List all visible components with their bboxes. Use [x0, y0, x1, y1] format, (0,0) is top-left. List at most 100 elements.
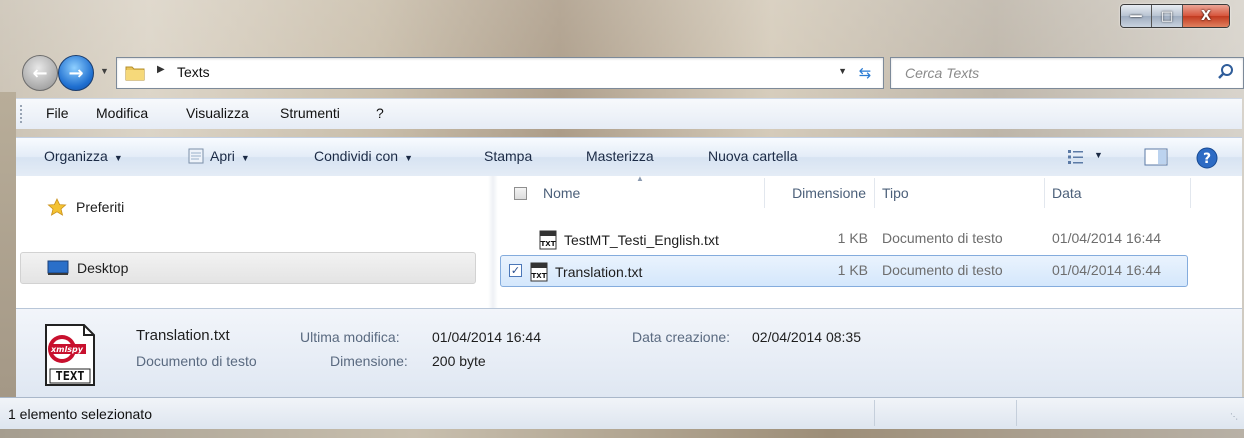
file-name[interactable]: TXT Translation.txt: [529, 262, 642, 282]
menu-bar: File Modifica Visualizza Strumenti ?: [16, 98, 1242, 129]
text-file-icon: TXT: [539, 230, 557, 250]
menu-modifica[interactable]: Modifica: [96, 105, 148, 121]
file-list: Nome ▲ Dimensione Tipo Data TXT TestMT_Te…: [500, 174, 1242, 308]
forward-arrow-icon: →: [68, 62, 84, 84]
search-input[interactable]: Cerca Texts: [905, 65, 979, 81]
organize-label: Organizza: [44, 148, 108, 164]
file-size: 1 KB: [837, 262, 868, 278]
address-bar[interactable]: ▶ Texts ▼ ⇆: [116, 57, 884, 89]
nav-item-label: Preferiti: [76, 199, 125, 215]
organize-button[interactable]: Organizza ▼: [44, 148, 123, 164]
detail-modified-label: Ultima modifica:: [300, 329, 400, 345]
command-bar: Organizza ▼ Apri ▼ Condividi con ▼ Stampa M…: [16, 137, 1242, 177]
back-button[interactable]: ←: [22, 55, 58, 91]
minimize-button[interactable]: —: [1121, 5, 1152, 27]
menu-help[interactable]: ?: [376, 105, 384, 121]
notepad-icon: [188, 148, 204, 164]
table-row-selected[interactable]: ✓ TXT Translation.txt 1 KB Documento di t…: [500, 255, 1188, 287]
column-header-date[interactable]: Data: [1048, 176, 1188, 210]
close-icon: X: [1200, 8, 1212, 24]
status-separator: [1016, 400, 1017, 426]
column-separator[interactable]: [1044, 178, 1045, 208]
minimize-icon: —: [1129, 8, 1143, 24]
file-type: Documento di testo: [882, 262, 1003, 278]
desktop-icon: [47, 259, 69, 277]
view-dropdown-icon[interactable]: ▼: [1094, 150, 1103, 160]
menu-visualizza[interactable]: Visualizza: [186, 105, 249, 121]
open-button[interactable]: Apri ▼: [186, 148, 250, 164]
share-button[interactable]: Condividi con ▼: [314, 148, 413, 164]
recent-pages-dropdown[interactable]: ▼: [100, 66, 109, 76]
select-all-checkbox[interactable]: [514, 186, 527, 200]
back-arrow-icon: ←: [32, 62, 48, 84]
open-label: Apri: [210, 148, 235, 164]
breadcrumb-chevron-icon[interactable]: ▶: [157, 64, 165, 75]
text-file-icon: TXT: [530, 262, 548, 282]
detail-size-label: Dimensione:: [330, 353, 408, 369]
folder-icon: [125, 66, 145, 81]
nav-item-favorites[interactable]: Preferiti: [20, 192, 474, 222]
icon-brand-text: xmlspy: [50, 345, 84, 354]
column-separator[interactable]: [1190, 178, 1191, 208]
address-dropdown-icon[interactable]: ▼: [838, 66, 847, 76]
detail-filetype: Documento di testo: [136, 353, 257, 369]
detail-size-value: 200 byte: [432, 353, 486, 369]
star-icon: [46, 198, 68, 216]
file-name[interactable]: TXT TestMT_Testi_English.txt: [538, 230, 719, 250]
column-size-label: Dimensione: [792, 185, 866, 201]
preview-pane-icon[interactable]: [1144, 147, 1168, 167]
search-box[interactable]: Cerca Texts: [890, 57, 1244, 89]
column-type-label: Tipo: [882, 185, 909, 201]
view-options-icon[interactable]: [1066, 147, 1086, 167]
content-area: Preferiti Desktop Nome ▲ Dimensione Tipo…: [16, 174, 1242, 308]
status-separator: [874, 400, 875, 426]
help-icon[interactable]: ?: [1196, 147, 1218, 169]
menu-file[interactable]: File: [46, 105, 69, 121]
xmlspy-file-icon: xmlspy TEXT: [45, 324, 95, 386]
navigation-pane: Preferiti Desktop: [16, 176, 486, 308]
sort-ascending-icon: ▲: [636, 174, 644, 183]
column-date-label: Data: [1052, 185, 1082, 201]
row-checkbox[interactable]: ✓: [509, 264, 522, 277]
caption-buttons: — □ X: [1120, 4, 1230, 28]
column-header-name[interactable]: Nome ▲: [500, 174, 762, 210]
new-folder-button[interactable]: Nuova cartella: [708, 148, 798, 164]
close-button[interactable]: X: [1183, 5, 1229, 27]
address-row: ← → ▼ ▶ Texts ▼ ⇆ Cerca Texts: [0, 54, 1244, 92]
svg-text:TXT: TXT: [532, 272, 547, 280]
table-row[interactable]: TXT TestMT_Testi_English.txt 1 KB Documen…: [500, 224, 1186, 254]
svg-text:?: ?: [1203, 151, 1211, 167]
column-header-size[interactable]: Dimensione: [766, 176, 872, 210]
chevron-down-icon: ▼: [113, 153, 123, 163]
resize-grip-icon[interactable]: ⋱: [1230, 412, 1238, 421]
file-type: Documento di testo: [882, 230, 1003, 246]
forward-button[interactable]: →: [58, 55, 94, 91]
chevron-down-icon: ▼: [240, 153, 250, 163]
column-header-type[interactable]: Tipo: [878, 176, 1042, 210]
file-date: 01/04/2014 16:44: [1052, 230, 1161, 246]
status-bar: 1 elemento selezionato ⋱: [0, 397, 1244, 430]
column-name-label: Nome: [543, 185, 581, 201]
search-icon[interactable]: [1217, 63, 1235, 81]
file-name-label: Translation.txt: [555, 264, 643, 280]
detail-created-label: Data creazione:: [632, 329, 731, 345]
file-date: 01/04/2014 16:44: [1052, 262, 1161, 278]
maximize-icon: □: [1160, 8, 1174, 24]
window-border: [0, 429, 1244, 438]
svg-text:TXT: TXT: [541, 240, 556, 248]
file-size: 1 KB: [837, 230, 868, 246]
detail-filename: Translation.txt: [136, 327, 230, 344]
share-label: Condividi con: [314, 148, 399, 164]
status-text: 1 elemento selezionato: [8, 406, 152, 422]
breadcrumb-folder[interactable]: Texts: [177, 64, 210, 80]
refresh-icon[interactable]: ⇆: [853, 62, 877, 84]
column-separator[interactable]: [874, 178, 875, 208]
burn-button[interactable]: Masterizza: [586, 148, 654, 164]
pane-splitter[interactable]: [488, 176, 498, 308]
detail-modified-value: 01/04/2014 16:44: [432, 329, 541, 345]
maximize-button[interactable]: □: [1152, 5, 1183, 27]
print-button[interactable]: Stampa: [484, 148, 532, 164]
menu-strumenti[interactable]: Strumenti: [280, 105, 340, 121]
column-separator[interactable]: [764, 178, 765, 208]
nav-item-desktop[interactable]: Desktop: [20, 252, 476, 284]
